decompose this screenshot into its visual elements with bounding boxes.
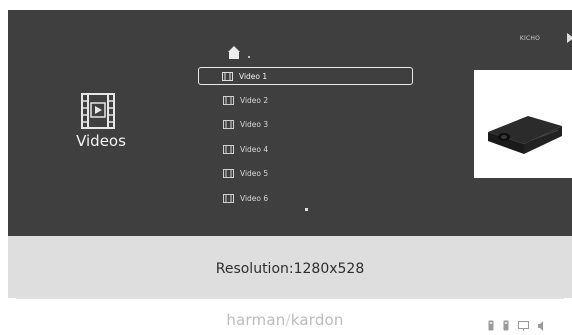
play-icon[interactable] — [567, 33, 572, 43]
list-item[interactable]: Video 5 — [198, 162, 413, 186]
film-play-icon — [81, 93, 115, 129]
list-item[interactable]: Video 3 — [198, 113, 413, 137]
list-item[interactable]: Video 4 — [198, 137, 413, 161]
home-up-icon[interactable] — [226, 45, 242, 60]
list-item[interactable]: Video 1 — [198, 67, 413, 85]
list-item-label: Video 2 — [240, 96, 269, 106]
list-item-label: Video 5 — [240, 169, 269, 179]
list-item-label: Video 4 — [240, 144, 269, 154]
list-item-label: Video 6 — [240, 193, 269, 203]
footer-brand-logo: harman/kardon — [200, 311, 370, 329]
volume-icon — [538, 316, 544, 335]
preview-thumbnail — [474, 70, 572, 178]
footer-divider — [16, 298, 564, 299]
list-item-label: Video 1 — [239, 71, 268, 81]
list-item[interactable]: Video 6 — [198, 186, 413, 210]
up-dot — [248, 56, 250, 58]
display-icon — [518, 316, 529, 335]
resolution-text: Resolution:1280x528 — [215, 261, 365, 277]
info-bar: Resolution:1280x528 — [8, 236, 572, 298]
status-icons — [488, 316, 544, 335]
file-list: Video 1 Video 2 Video 3 Video 4 Video 5 … — [198, 67, 413, 210]
media-browser-screen: KICHO Videos Video 1 Video 2 Video 3 Vid… — [8, 10, 572, 236]
film-icon — [223, 96, 234, 106]
header-brand-text: KICHO — [519, 35, 540, 42]
film-icon — [223, 169, 234, 179]
film-icon — [223, 193, 234, 203]
brand-word-2: kardon — [290, 311, 344, 329]
list-item-label: Video 3 — [240, 120, 269, 130]
brand-word-1: harman — [226, 311, 286, 329]
usb-icon — [503, 316, 509, 335]
category-label: Videos — [76, 132, 126, 150]
scroll-more-indicator — [305, 208, 308, 211]
projector-image — [488, 116, 562, 154]
film-icon — [222, 71, 233, 81]
film-icon — [223, 120, 234, 130]
usb-icon — [488, 316, 494, 335]
list-item[interactable]: Video 2 — [198, 88, 413, 112]
film-icon — [223, 144, 234, 154]
